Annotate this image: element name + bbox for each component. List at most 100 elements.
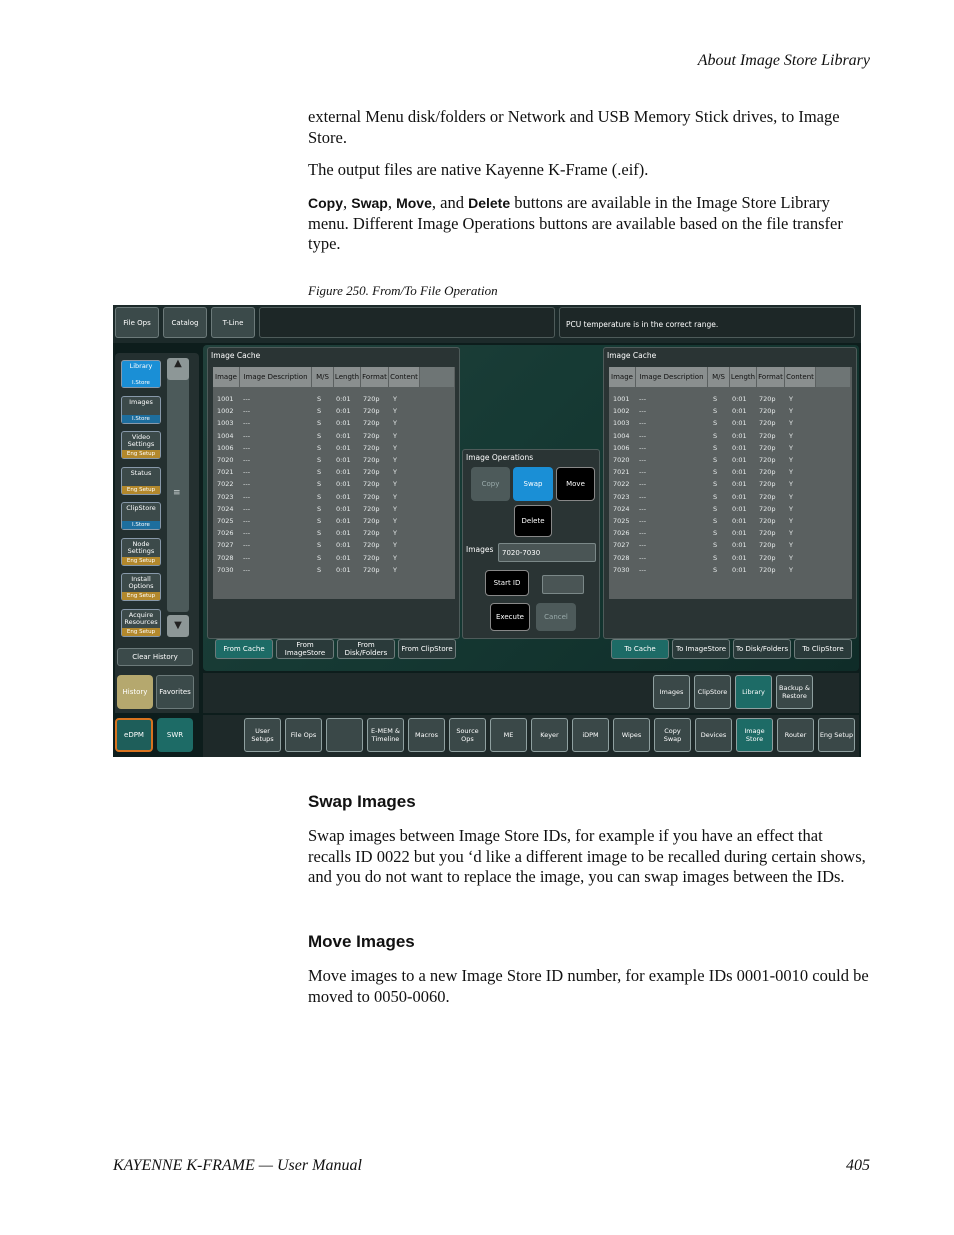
bottom-nav-1[interactable]: File Ops	[285, 718, 322, 752]
sub-tab-3[interactable]: Backup & Restore	[776, 675, 813, 709]
table-row[interactable]: 1001 --- S 0:01 720p Y	[609, 395, 816, 407]
table-row[interactable]: 7022 --- S 0:01 720p Y	[213, 480, 420, 492]
from-tab-1[interactable]: From ImageStore	[276, 639, 334, 659]
sub-tab-0[interactable]: Images	[653, 675, 690, 709]
sidebar-item-status[interactable]: Status Eng Setup	[121, 466, 161, 495]
table-row[interactable]: 1003 --- S 0:01 720p Y	[213, 419, 420, 431]
table-row[interactable]: 7020 --- S 0:01 720p Y	[213, 456, 420, 468]
scroll-down-icon[interactable]: ▼	[167, 615, 189, 637]
table-row[interactable]: 7025 --- S 0:01 720p Y	[609, 517, 816, 529]
table-row[interactable]: 7021 --- S 0:01 720p Y	[609, 468, 816, 480]
images-range-field[interactable]: 7020-7030	[498, 543, 596, 562]
table-row[interactable]: 1004 --- S 0:01 720p Y	[609, 432, 816, 444]
table-cell: ---	[639, 517, 647, 525]
sub-tab-2[interactable]: Library	[735, 675, 772, 709]
bottom-nav-5[interactable]: Source Ops	[449, 718, 486, 752]
table-row[interactable]: 7030 --- S 0:01 720p Y	[609, 566, 816, 578]
table-row[interactable]: 1001 --- S 0:01 720p Y	[213, 395, 420, 407]
table-row[interactable]: 7030 --- S 0:01 720p Y	[213, 566, 420, 578]
sidebar-item-node-settings[interactable]: Node Settings Eng Setup	[121, 537, 161, 566]
bottom-nav-12[interactable]: Image Store	[736, 718, 773, 752]
sub-tab-1[interactable]: ClipStore	[694, 675, 731, 709]
scroll-up-icon[interactable]: ▲	[167, 358, 189, 380]
swr-button[interactable]: SWR	[157, 718, 193, 752]
scroll-grip-icon[interactable]: ≡	[173, 489, 183, 498]
bottom-nav-3[interactable]: E-MEM & Timeline	[367, 718, 404, 752]
table-row[interactable]: 7028 --- S 0:01 720p Y	[213, 554, 420, 566]
bottom-nav-10[interactable]: Copy Swap	[654, 718, 691, 752]
source-table[interactable]: Image Image Description M/S Length Format Con…	[213, 367, 455, 599]
to-tab-0[interactable]: To Cache	[611, 639, 669, 659]
destination-table[interactable]: Image Image Description M/S Length Format Con…	[609, 367, 852, 599]
sidebar-item-tag: I.Store	[122, 521, 160, 529]
favorites-button[interactable]: Favorites	[156, 675, 194, 709]
top-tab-t-line[interactable]: T-Line	[211, 307, 255, 338]
table-cell: S	[713, 407, 718, 416]
from-tab-0[interactable]: From Cache	[215, 639, 273, 659]
sidebar-item-acquire-resources[interactable]: Acquire Resources Eng Setup	[121, 608, 161, 637]
table-cell: 0:01	[336, 395, 351, 403]
start-id-field[interactable]	[542, 575, 584, 594]
sidebar-item-install-options[interactable]: Install Options Eng Setup	[121, 573, 161, 601]
table-row[interactable]: 7024 --- S 0:01 720p Y	[609, 505, 816, 517]
bottom-nav-14[interactable]: Eng Setup	[818, 718, 855, 752]
sidebar-item-label: Library	[129, 362, 153, 370]
sidebar-item-video-settings[interactable]: Video Settings Eng Setup	[121, 431, 161, 459]
from-tab-3[interactable]: From ClipStore	[398, 639, 456, 659]
to-tab-3[interactable]: To ClipStore	[794, 639, 852, 659]
table-cell: S	[317, 480, 322, 489]
table-row[interactable]: 1006 --- S 0:01 720p Y	[213, 444, 420, 456]
table-cell: 720p	[759, 456, 776, 464]
bottom-nav-7[interactable]: Keyer	[531, 718, 568, 752]
sidebar-item-clipstore[interactable]: ClipStore I.Store	[121, 502, 161, 530]
bottom-nav-8[interactable]: iDPM	[572, 718, 609, 752]
swap-button[interactable]: Swap	[513, 467, 553, 501]
sidebar-scrollbar[interactable]	[167, 358, 189, 612]
cancel-button[interactable]: Cancel	[536, 603, 576, 631]
table-row[interactable]: 7023 --- S 0:01 720p Y	[213, 493, 420, 505]
table-cell: 720p	[363, 565, 380, 574]
table-row[interactable]: 1003 --- S 0:01 720p Y	[609, 419, 816, 431]
bottom-nav-11[interactable]: Devices	[695, 718, 732, 752]
bottom-nav-2[interactable]	[326, 718, 363, 752]
table-row[interactable]: 7020 --- S 0:01 720p Y	[609, 456, 816, 468]
top-tab-catalog[interactable]: Catalog	[163, 307, 207, 338]
edpm-button[interactable]: eDPM	[115, 718, 153, 752]
history-button[interactable]: History	[117, 675, 153, 709]
table-row[interactable]: 7028 --- S 0:01 720p Y	[609, 554, 816, 566]
execute-button[interactable]: Execute	[490, 603, 530, 631]
table-row[interactable]: 7027 --- S 0:01 720p Y	[609, 541, 816, 553]
table-row[interactable]: 7022 --- S 0:01 720p Y	[609, 480, 816, 492]
table-row[interactable]: 7027 --- S 0:01 720p Y	[213, 541, 420, 553]
table-row[interactable]: 7025 --- S 0:01 720p Y	[213, 517, 420, 529]
bottom-nav-13[interactable]: Router	[777, 718, 814, 752]
table-row[interactable]: 1002 --- S 0:01 720p Y	[213, 407, 420, 419]
table-row[interactable]: 1002 --- S 0:01 720p Y	[609, 407, 816, 419]
table-row[interactable]: 1006 --- S 0:01 720p Y	[609, 444, 816, 456]
table-row[interactable]: 7026 --- S 0:01 720p Y	[609, 529, 816, 541]
bottom-nav-0[interactable]: User Setups	[244, 718, 281, 752]
to-tab-2[interactable]: To Disk/Folders	[733, 639, 791, 659]
start-id-button[interactable]: Start ID	[485, 570, 529, 596]
bottom-nav-9[interactable]: Wipes	[613, 718, 650, 752]
copy-button[interactable]: Copy	[471, 467, 510, 501]
column-header: Image Description	[240, 367, 312, 387]
table-row[interactable]: 7026 --- S 0:01 720p Y	[213, 529, 420, 541]
sidebar-item-images[interactable]: Images I.Store	[121, 395, 161, 424]
table-cell: Y	[393, 431, 397, 440]
table-cell: Y	[393, 517, 397, 525]
sidebar-item-library[interactable]: Library I.Store	[121, 360, 161, 388]
table-row[interactable]: 1004 --- S 0:01 720p Y	[213, 432, 420, 444]
table-row[interactable]: 7024 --- S 0:01 720p Y	[213, 505, 420, 517]
delete-button[interactable]: Delete	[514, 505, 552, 537]
top-tab-file-ops[interactable]: File Ops	[115, 307, 159, 338]
table-row[interactable]: 7023 --- S 0:01 720p Y	[609, 493, 816, 505]
table-cell: 7022	[217, 480, 234, 489]
from-tab-2[interactable]: From Disk/Folders	[337, 639, 395, 659]
bottom-nav-4[interactable]: Macros	[408, 718, 445, 752]
clear-history-button[interactable]: Clear History	[117, 648, 193, 666]
bottom-nav-6[interactable]: ME	[490, 718, 527, 752]
to-tab-1[interactable]: To ImageStore	[672, 639, 730, 659]
move-button[interactable]: Move	[556, 467, 595, 501]
table-row[interactable]: 7021 --- S 0:01 720p Y	[213, 468, 420, 480]
